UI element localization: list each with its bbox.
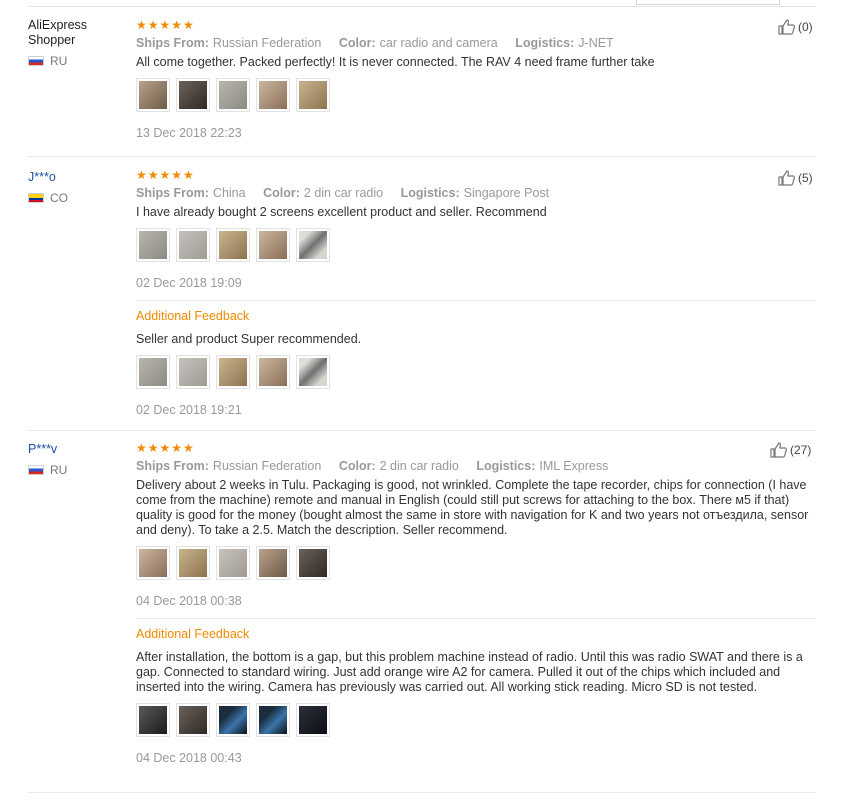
- review-body: ★★★★★ Ships From: Russian Federation Colo…: [136, 18, 816, 141]
- order-info: Ships From: Russian Federation Color: car …: [136, 36, 614, 50]
- ships-from-value: Russian Federation: [212, 459, 322, 473]
- additional-feedback-date: 04 Dec 2018 00:43: [136, 751, 242, 765]
- additional-feedback-divider: [136, 618, 816, 619]
- logistics-value: J-NET: [578, 36, 614, 50]
- review-photo-thumbnail[interactable]: [136, 355, 170, 389]
- review-divider: [28, 156, 816, 157]
- review-photo-thumbnail[interactable]: [136, 546, 170, 580]
- review-photo-thumbnail[interactable]: [216, 546, 250, 580]
- review-date: 02 Dec 2018 19:09: [136, 276, 242, 290]
- colombia-flag-icon: [28, 193, 44, 203]
- review-photo-thumbnail[interactable]: [176, 78, 210, 112]
- additional-feedback-date: 02 Dec 2018 19:21: [136, 403, 242, 417]
- order-info: Ships From: Russian Federation Color: 2 di…: [136, 459, 609, 473]
- reviewer-name[interactable]: P***v: [28, 442, 133, 457]
- review-photo-thumbnail[interactable]: [176, 228, 210, 262]
- color-value: car radio and camera: [379, 36, 498, 50]
- reviewer-info: AliExpress Shopper RU: [28, 18, 133, 68]
- review-body: ★★★★★ Ships From: China Color: 2 din car r…: [136, 168, 816, 418]
- review-text: Delivery about 2 weeks in Tulu. Packagin…: [136, 478, 809, 537]
- photo-gallery: [136, 355, 816, 389]
- photo-gallery: [136, 228, 816, 262]
- logistics-value: IML Express: [539, 459, 609, 473]
- reviewer-country: CO: [50, 191, 68, 205]
- review-photo-thumbnail[interactable]: [176, 355, 210, 389]
- photo-gallery: [136, 703, 816, 737]
- russia-flag-icon: [28, 465, 44, 475]
- review-text: All come together. Packed perfectly! It …: [136, 55, 655, 69]
- additional-feedback-divider: [136, 300, 816, 301]
- next-page-button[interactable]: [778, 0, 788, 4]
- additional-feedback-title: Additional Feedback: [136, 627, 250, 641]
- reviewer-info: J***o CO: [28, 170, 133, 205]
- review-photo-thumbnail[interactable]: [216, 703, 250, 737]
- review-photo-thumbnail[interactable]: [136, 228, 170, 262]
- logistics-value: Singapore Post: [463, 186, 550, 200]
- review-photo-thumbnail[interactable]: [136, 703, 170, 737]
- star-rating: ★★★★★: [136, 18, 195, 32]
- reviewer-name: AliExpress Shopper: [28, 18, 88, 47]
- reviewer-country: RU: [50, 463, 68, 477]
- review-photo-thumbnail[interactable]: [176, 546, 210, 580]
- review-photo-thumbnail[interactable]: [296, 78, 330, 112]
- star-rating: ★★★★★: [136, 441, 195, 455]
- additional-feedback-text: After installation, the bottom is a gap,…: [136, 650, 803, 694]
- review-photo-thumbnail[interactable]: [256, 228, 290, 262]
- review-photo-thumbnail[interactable]: [176, 703, 210, 737]
- ships-from-value: China: [212, 186, 246, 200]
- review-date: 04 Dec 2018 00:38: [136, 594, 242, 608]
- review-photo-thumbnail[interactable]: [136, 78, 170, 112]
- color-value: 2 din car radio: [303, 186, 384, 200]
- review-divider: [28, 430, 816, 431]
- review-photo-thumbnail[interactable]: [216, 355, 250, 389]
- review-photo-thumbnail[interactable]: [296, 546, 330, 580]
- review-body: ★★★★★ Ships From: Russian Federation Colo…: [136, 441, 816, 766]
- photo-gallery: [136, 546, 816, 580]
- additional-feedback-text: Seller and product Super recommended.: [136, 332, 362, 346]
- review-photo-thumbnail[interactable]: [256, 703, 290, 737]
- review-divider: [28, 792, 816, 793]
- review-photo-thumbnail[interactable]: [296, 355, 330, 389]
- review-photo-thumbnail[interactable]: [256, 546, 290, 580]
- review-photo-thumbnail[interactable]: [216, 228, 250, 262]
- review-text: I have already bought 2 screens excellen…: [136, 205, 547, 219]
- reviewer-country: RU: [50, 54, 68, 68]
- review-photo-thumbnail[interactable]: [256, 355, 290, 389]
- review-date: 13 Dec 2018 22:23: [136, 126, 242, 140]
- reviewer-name[interactable]: J***o: [28, 170, 133, 185]
- order-info: Ships From: China Color: 2 din car radio L…: [136, 186, 550, 200]
- sort-dropdown[interactable]: [636, 0, 780, 5]
- reviewer-info: P***v RU: [28, 442, 133, 477]
- review-photo-thumbnail[interactable]: [296, 228, 330, 262]
- ships-from-value: Russian Federation: [212, 36, 322, 50]
- review-photo-thumbnail[interactable]: [296, 703, 330, 737]
- additional-feedback-title: Additional Feedback: [136, 309, 250, 323]
- photo-gallery: [136, 78, 816, 112]
- top-divider: [0, 0, 844, 8]
- color-value: 2 din car radio: [379, 459, 459, 473]
- russia-flag-icon: [28, 56, 44, 66]
- star-rating: ★★★★★: [136, 168, 195, 182]
- review-photo-thumbnail[interactable]: [256, 78, 290, 112]
- review-photo-thumbnail[interactable]: [216, 78, 250, 112]
